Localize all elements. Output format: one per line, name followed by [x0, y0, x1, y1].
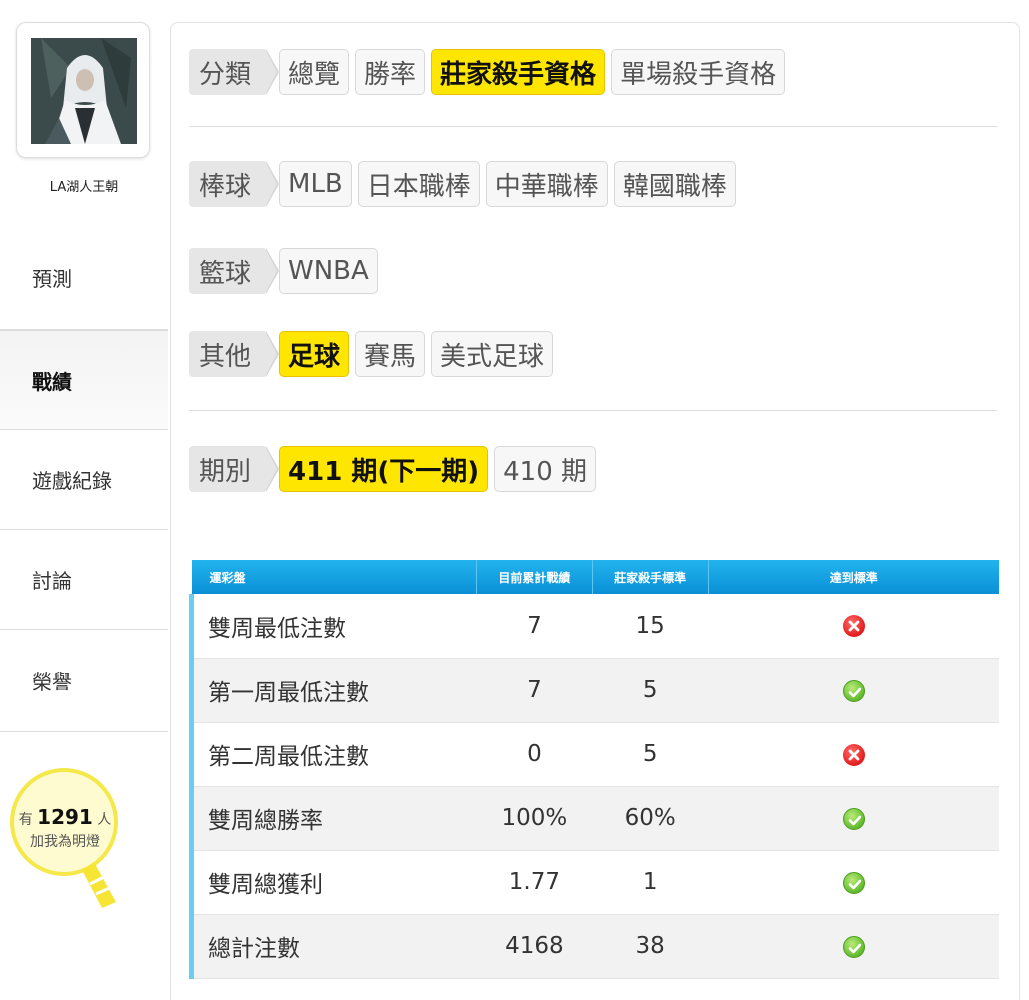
period-label: 期別 [189, 446, 280, 492]
baseball-label: 棒球 [189, 161, 280, 207]
row-standard: 38 [592, 914, 709, 979]
row-current: 4168 [476, 914, 593, 979]
fan-count-suffix: 人 [97, 812, 112, 828]
row-item-name: 雙周最低注數 [188, 594, 477, 659]
league-npb[interactable]: 日本職棒 [357, 161, 480, 207]
table-row: 第一周最低注數 7 5 [188, 658, 999, 723]
nav-item-game-log[interactable]: 遊戲紀錄 [0, 430, 168, 530]
table-header-row: 運彩盤 目前累計戰績 莊家殺手標準 達到標準 [191, 560, 999, 594]
league-mlb[interactable]: MLB [279, 161, 352, 207]
row-met [708, 914, 999, 979]
row-met [708, 722, 999, 787]
row-item-name: 雙周總獲利 [188, 850, 477, 915]
tab-single-killer[interactable]: 單場殺手資格 [611, 49, 786, 95]
check-icon [842, 935, 865, 958]
col-header-item: 運彩盤 [191, 560, 478, 594]
check-icon [842, 679, 865, 702]
basketball-label: 籃球 [189, 248, 280, 294]
row-met [708, 594, 999, 659]
avatar[interactable] [31, 38, 137, 144]
qualification-table: 運彩盤 目前累計戰績 莊家殺手標準 達到標準 雙周最低注數 7 15 第一周最低注數 7… [188, 560, 999, 979]
main-panel: 分類 總覽 勝率 莊家殺手資格 單場殺手資格 棒球 MLB 日本職棒 中華職棒 … [170, 22, 1020, 1000]
other-filter: 其他 足球 賽馬 美式足球 [189, 331, 554, 377]
row-standard: 60% [592, 786, 709, 851]
nav-item-honor[interactable]: 榮譽 [0, 630, 168, 732]
row-standard: 15 [592, 594, 709, 659]
league-wnba[interactable]: WNBA [279, 248, 378, 294]
row-item-name: 總計注數 [188, 914, 477, 979]
avatar-frame[interactable] [16, 22, 150, 158]
fan-count-prefix: 有 [18, 812, 33, 828]
tab-win-rate[interactable]: 勝率 [355, 49, 426, 95]
nav-item-predict[interactable]: 預測 [0, 226, 168, 330]
row-met [708, 786, 999, 851]
check-icon [842, 807, 865, 830]
divider [189, 410, 997, 411]
row-standard: 1 [592, 850, 709, 915]
col-header-met: 達到標準 [708, 560, 999, 594]
league-soccer[interactable]: 足球 [279, 331, 350, 377]
table-row: 總計注數 4168 38 [188, 914, 999, 979]
tab-banker-killer[interactable]: 莊家殺手資格 [431, 49, 606, 95]
baseball-filter: 棒球 MLB 日本職棒 中華職棒 韓國職棒 [189, 161, 736, 207]
row-current: 0 [476, 722, 593, 787]
row-standard: 5 [592, 722, 709, 787]
nav-item-discuss[interactable]: 討論 [0, 530, 168, 630]
cross-icon [842, 615, 865, 638]
fan-count-subtitle: 加我為明燈 [30, 834, 100, 850]
league-horse-racing[interactable]: 賽馬 [355, 331, 426, 377]
league-kbo[interactable]: 韓國職棒 [613, 161, 736, 207]
league-american-football[interactable]: 美式足球 [431, 331, 554, 377]
nav-item-record[interactable]: 戰績 [0, 330, 168, 430]
row-standard: 5 [592, 658, 709, 723]
row-item-name: 第一周最低注數 [188, 658, 477, 723]
basketball-filter: 籃球 WNBA [189, 248, 378, 294]
table-row: 雙周總獲利 1.77 1 [188, 850, 999, 915]
row-item-name: 雙周總勝率 [188, 786, 477, 851]
row-current: 7 [476, 594, 593, 659]
table-body: 雙周最低注數 7 15 第一周最低注數 7 5 第二周最低注數 0 5 雙周總勝率 100% 60% 雙… [188, 594, 999, 979]
category-label: 分類 [189, 49, 280, 95]
row-current: 100% [476, 786, 593, 851]
tab-overview[interactable]: 總覽 [279, 49, 350, 95]
period-410[interactable]: 410 期 [494, 446, 597, 492]
col-header-standard: 莊家殺手標準 [592, 560, 709, 594]
divider [189, 126, 997, 127]
category-filter: 分類 總覽 勝率 莊家殺手資格 單場殺手資格 [189, 49, 786, 95]
fan-count-number: 1291 [37, 805, 93, 829]
fan-count: 有 1291 人 加我為明燈 [0, 806, 130, 853]
sidebar: LA湖人王朝 預測 戰績 遊戲紀錄 討論 榮譽 有 1291 人 加我為明燈 [0, 0, 168, 1000]
col-header-current: 目前累計戰績 [476, 560, 593, 594]
league-cpbl[interactable]: 中華職棒 [485, 161, 608, 207]
table-row: 雙周最低注數 7 15 [188, 594, 999, 659]
other-label: 其他 [189, 331, 280, 377]
table-row: 雙周總勝率 100% 60% [188, 786, 999, 851]
row-current: 7 [476, 658, 593, 723]
row-met [708, 850, 999, 915]
row-current: 1.77 [476, 850, 593, 915]
row-met [708, 658, 999, 723]
row-item-name: 第二周最低注數 [188, 722, 477, 787]
period-411[interactable]: 411 期(下一期) [279, 446, 489, 492]
period-filter: 期別 411 期(下一期) 410 期 [189, 446, 597, 492]
table-row: 第二周最低注數 0 5 [188, 722, 999, 787]
cross-icon [842, 743, 865, 766]
check-icon [842, 871, 865, 894]
username[interactable]: LA湖人王朝 [0, 176, 168, 195]
